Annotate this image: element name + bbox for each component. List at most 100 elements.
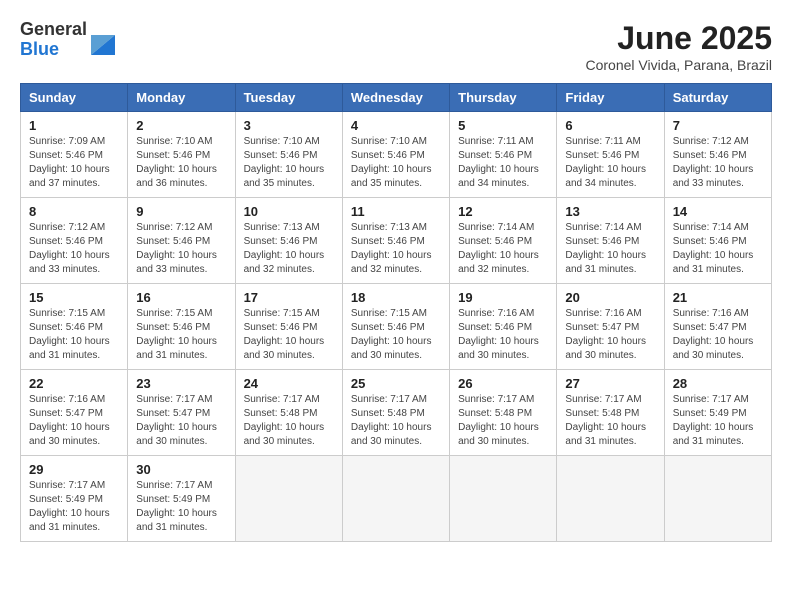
calendar-cell: 6 Sunrise: 7:11 AM Sunset: 5:46 PM Daylig… [557, 112, 664, 198]
day-number: 13 [565, 204, 655, 219]
column-header-saturday: Saturday [664, 84, 771, 112]
day-info: Sunrise: 7:17 AM Sunset: 5:49 PM Dayligh… [136, 479, 226, 535]
day-info: Sunrise: 7:17 AM Sunset: 5:47 PM Dayligh… [136, 393, 226, 449]
calendar-cell: 2 Sunrise: 7:10 AM Sunset: 5:46 PM Daylig… [128, 112, 235, 198]
day-info: Sunrise: 7:12 AM Sunset: 5:46 PM Dayligh… [136, 221, 226, 277]
logo: General Blue [20, 20, 115, 60]
calendar-cell: 4Sunrise: 7:10 AM Sunset: 5:46 PM Daylig… [342, 112, 449, 198]
calendar-header: SundayMondayTuesdayWednesdayThursdayFrid… [21, 84, 772, 112]
column-header-wednesday: Wednesday [342, 84, 449, 112]
day-info: Sunrise: 7:15 AM Sunset: 5:46 PM Dayligh… [136, 307, 226, 363]
logo-blue: Blue [20, 40, 87, 60]
day-info: Sunrise: 7:11 AM Sunset: 5:46 PM Dayligh… [458, 135, 548, 191]
day-info: Sunrise: 7:14 AM Sunset: 5:46 PM Dayligh… [458, 221, 548, 277]
calendar-cell [235, 456, 342, 542]
calendar-cell: 16 Sunrise: 7:15 AM Sunset: 5:46 PM Dayli… [128, 284, 235, 370]
day-number: 8 [29, 204, 119, 219]
day-number: 18 [351, 290, 441, 305]
day-number: 2 [136, 118, 226, 133]
day-number: 15 [29, 290, 119, 305]
calendar-cell: 26 Sunrise: 7:17 AM Sunset: 5:48 PM Dayli… [450, 370, 557, 456]
calendar-cell: 21 Sunrise: 7:16 AM Sunset: 5:47 PM Dayli… [664, 284, 771, 370]
week-row-3: 22Sunrise: 7:16 AM Sunset: 5:47 PM Dayli… [21, 370, 772, 456]
calendar-cell: 11 Sunrise: 7:13 AM Sunset: 5:46 PM Dayli… [342, 198, 449, 284]
calendar-cell: 14 Sunrise: 7:14 AM Sunset: 5:46 PM Dayli… [664, 198, 771, 284]
month-title: June 2025 [585, 20, 772, 57]
day-number: 6 [565, 118, 655, 133]
calendar-cell: 25 Sunrise: 7:17 AM Sunset: 5:48 PM Dayli… [342, 370, 449, 456]
day-info: Sunrise: 7:17 AM Sunset: 5:49 PM Dayligh… [673, 393, 763, 449]
week-row-4: 29Sunrise: 7:17 AM Sunset: 5:49 PM Dayli… [21, 456, 772, 542]
calendar-cell: 9 Sunrise: 7:12 AM Sunset: 5:46 PM Daylig… [128, 198, 235, 284]
day-number: 26 [458, 376, 548, 391]
calendar-cell: 20Sunrise: 7:16 AM Sunset: 5:47 PM Dayli… [557, 284, 664, 370]
week-row-0: 1 Sunrise: 7:09 AM Sunset: 5:46 PM Daylig… [21, 112, 772, 198]
day-number: 11 [351, 204, 441, 219]
logo-text: General Blue [20, 20, 87, 60]
day-number: 21 [673, 290, 763, 305]
day-number: 14 [673, 204, 763, 219]
day-number: 28 [673, 376, 763, 391]
calendar-cell: 18 Sunrise: 7:15 AM Sunset: 5:46 PM Dayli… [342, 284, 449, 370]
day-number: 1 [29, 118, 119, 133]
week-row-1: 8 Sunrise: 7:12 AM Sunset: 5:46 PM Daylig… [21, 198, 772, 284]
day-number: 10 [244, 204, 334, 219]
calendar-body: 1 Sunrise: 7:09 AM Sunset: 5:46 PM Daylig… [21, 112, 772, 542]
calendar-cell: 22Sunrise: 7:16 AM Sunset: 5:47 PM Dayli… [21, 370, 128, 456]
calendar-cell: 15 Sunrise: 7:15 AM Sunset: 5:46 PM Dayli… [21, 284, 128, 370]
day-info: Sunrise: 7:15 AM Sunset: 5:46 PM Dayligh… [29, 307, 119, 363]
logo-general: General [20, 20, 87, 40]
day-number: 19 [458, 290, 548, 305]
day-info: Sunrise: 7:15 AM Sunset: 5:46 PM Dayligh… [351, 307, 441, 363]
day-info: Sunrise: 7:17 AM Sunset: 5:48 PM Dayligh… [458, 393, 548, 449]
day-info: Sunrise: 7:11 AM Sunset: 5:46 PM Dayligh… [565, 135, 655, 191]
calendar-cell: 12 Sunrise: 7:14 AM Sunset: 5:46 PM Dayli… [450, 198, 557, 284]
day-number: 20 [565, 290, 655, 305]
day-info: Sunrise: 7:16 AM Sunset: 5:47 PM Dayligh… [29, 393, 119, 449]
day-number: 16 [136, 290, 226, 305]
calendar-cell: 27Sunrise: 7:17 AM Sunset: 5:48 PM Dayli… [557, 370, 664, 456]
day-number: 3 [244, 118, 334, 133]
calendar-cell: 17Sunrise: 7:15 AM Sunset: 5:46 PM Dayli… [235, 284, 342, 370]
day-info: Sunrise: 7:14 AM Sunset: 5:46 PM Dayligh… [673, 221, 763, 277]
calendar-cell: 24 Sunrise: 7:17 AM Sunset: 5:48 PM Dayli… [235, 370, 342, 456]
calendar-cell [450, 456, 557, 542]
day-info: Sunrise: 7:17 AM Sunset: 5:48 PM Dayligh… [244, 393, 334, 449]
day-number: 23 [136, 376, 226, 391]
day-number: 12 [458, 204, 548, 219]
title-section: June 2025 Coronel Vivida, Parana, Brazil [585, 20, 772, 73]
header-row: SundayMondayTuesdayWednesdayThursdayFrid… [21, 84, 772, 112]
day-info: Sunrise: 7:09 AM Sunset: 5:46 PM Dayligh… [29, 135, 119, 191]
day-number: 24 [244, 376, 334, 391]
calendar-cell: 3Sunrise: 7:10 AM Sunset: 5:46 PM Daylig… [235, 112, 342, 198]
calendar-cell [557, 456, 664, 542]
day-info: Sunrise: 7:13 AM Sunset: 5:46 PM Dayligh… [351, 221, 441, 277]
day-number: 30 [136, 462, 226, 477]
calendar-cell: 5Sunrise: 7:11 AM Sunset: 5:46 PM Daylig… [450, 112, 557, 198]
calendar-cell: 1 Sunrise: 7:09 AM Sunset: 5:46 PM Daylig… [21, 112, 128, 198]
day-info: Sunrise: 7:17 AM Sunset: 5:48 PM Dayligh… [351, 393, 441, 449]
day-info: Sunrise: 7:10 AM Sunset: 5:46 PM Dayligh… [136, 135, 226, 191]
day-info: Sunrise: 7:17 AM Sunset: 5:49 PM Dayligh… [29, 479, 119, 535]
logo-icon [91, 25, 115, 55]
day-number: 9 [136, 204, 226, 219]
calendar-cell: 29Sunrise: 7:17 AM Sunset: 5:49 PM Dayli… [21, 456, 128, 542]
calendar-cell: 23 Sunrise: 7:17 AM Sunset: 5:47 PM Dayli… [128, 370, 235, 456]
day-info: Sunrise: 7:12 AM Sunset: 5:46 PM Dayligh… [673, 135, 763, 191]
calendar-cell: 30 Sunrise: 7:17 AM Sunset: 5:49 PM Dayli… [128, 456, 235, 542]
calendar-cell: 13 Sunrise: 7:14 AM Sunset: 5:46 PM Dayli… [557, 198, 664, 284]
calendar-cell: 19Sunrise: 7:16 AM Sunset: 5:46 PM Dayli… [450, 284, 557, 370]
column-header-monday: Monday [128, 84, 235, 112]
day-number: 7 [673, 118, 763, 133]
column-header-friday: Friday [557, 84, 664, 112]
calendar-cell: 28 Sunrise: 7:17 AM Sunset: 5:49 PM Dayli… [664, 370, 771, 456]
calendar-cell: 7 Sunrise: 7:12 AM Sunset: 5:46 PM Daylig… [664, 112, 771, 198]
day-number: 25 [351, 376, 441, 391]
day-info: Sunrise: 7:14 AM Sunset: 5:46 PM Dayligh… [565, 221, 655, 277]
day-number: 27 [565, 376, 655, 391]
day-info: Sunrise: 7:16 AM Sunset: 5:47 PM Dayligh… [673, 307, 763, 363]
calendar-cell: 10Sunrise: 7:13 AM Sunset: 5:46 PM Dayli… [235, 198, 342, 284]
day-info: Sunrise: 7:12 AM Sunset: 5:46 PM Dayligh… [29, 221, 119, 277]
calendar-cell [664, 456, 771, 542]
day-number: 17 [244, 290, 334, 305]
